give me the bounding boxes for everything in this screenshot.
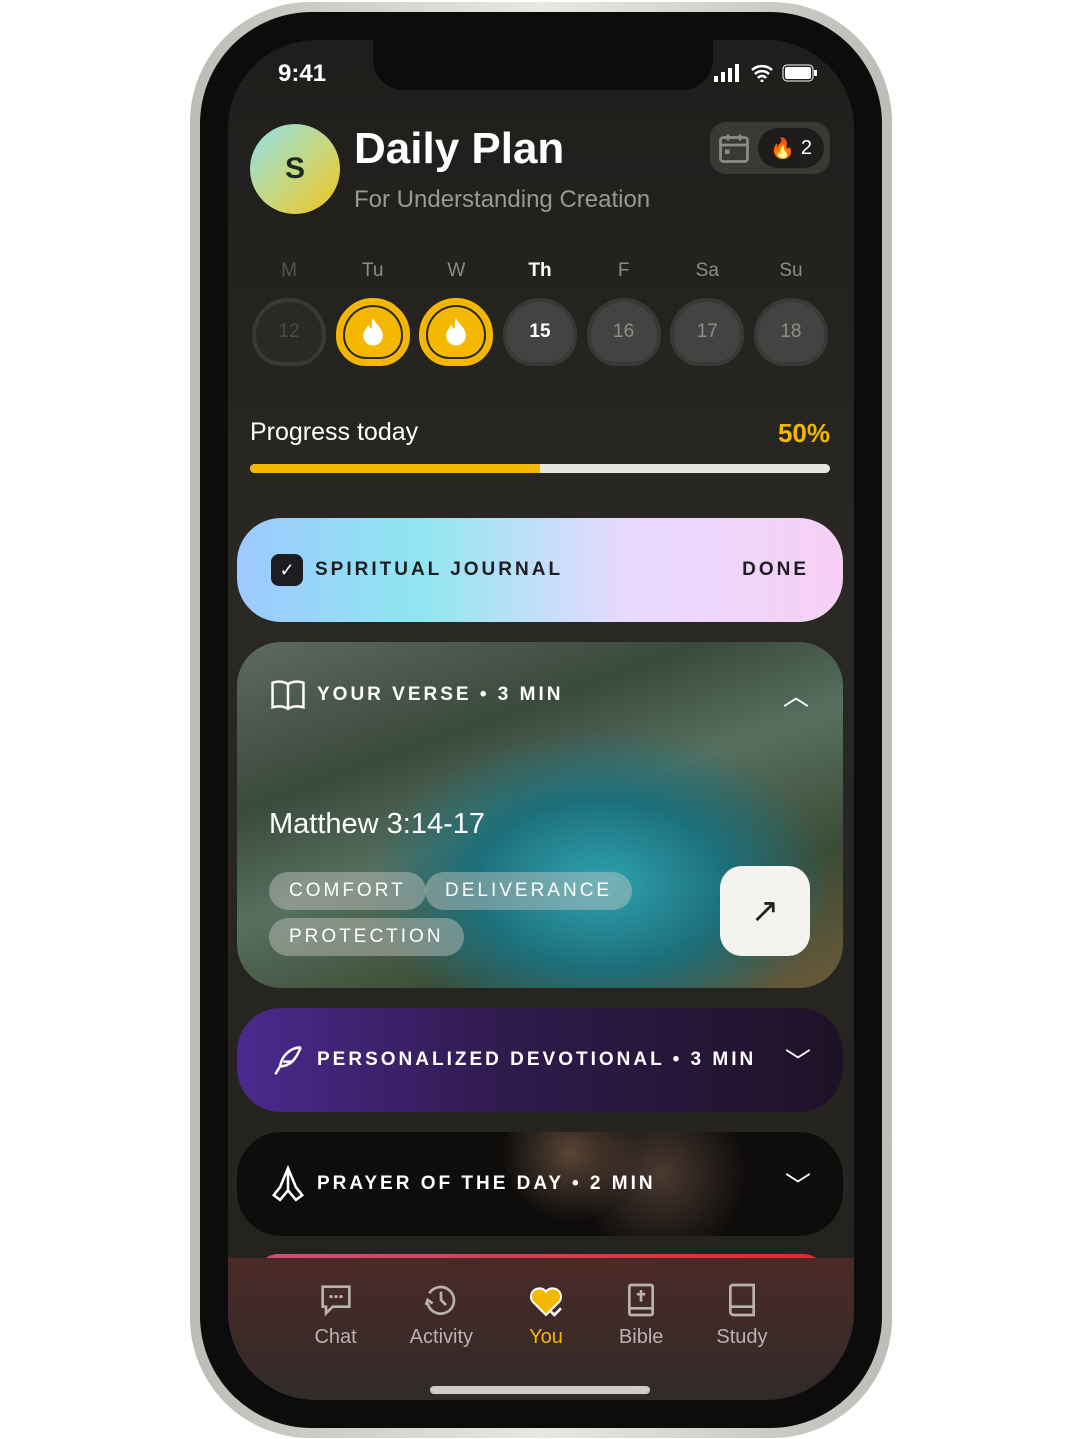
devotional-title: PERSONALIZED DEVOTIONAL • 3 MIN	[317, 1049, 757, 1070]
day-tu[interactable]: Tu	[334, 260, 412, 366]
day-f[interactable]: F 16	[585, 260, 663, 366]
day-date: 17	[696, 321, 718, 342]
day-circle[interactable]: 17	[670, 298, 745, 366]
feather-icon	[274, 1046, 302, 1075]
day-circle[interactable]	[335, 298, 410, 366]
day-circle[interactable]: 18	[753, 298, 828, 366]
day-sa[interactable]: Sa 17	[668, 260, 746, 366]
nav-bible[interactable]: Bible	[619, 1280, 663, 1400]
tag-deliverance[interactable]: DELIVERANCE	[425, 872, 633, 910]
day-date: 18	[780, 321, 802, 342]
day-m[interactable]: M 12	[250, 260, 328, 366]
day-date: 16	[613, 321, 635, 342]
status-time: 9:41	[278, 60, 327, 87]
day-label: Sa	[695, 260, 719, 281]
verse-card[interactable]: YOUR VERSE • 3 MIN ︿ Matthew 3:14-17 COM…	[237, 642, 843, 988]
chevron-down-icon[interactable]: ﹀	[785, 1042, 811, 1079]
battery-icon	[782, 64, 817, 82]
day-circle[interactable]: 15	[502, 298, 577, 366]
praying-hands-icon	[271, 1165, 305, 1202]
day-label: Tu	[361, 260, 384, 281]
nav-label: Bible	[618, 1326, 664, 1348]
day-label: M	[281, 260, 297, 281]
home-indicator[interactable]	[430, 1386, 650, 1394]
day-label: W	[447, 260, 466, 281]
book-icon	[728, 1283, 755, 1317]
nav-label: Study	[716, 1326, 768, 1348]
chevron-down-icon[interactable]: ﹀	[785, 1166, 811, 1203]
open-verse-button[interactable]: ↗	[720, 866, 810, 956]
day-circle[interactable]: 16	[586, 298, 661, 366]
journal-title: SPIRITUAL JOURNAL	[315, 559, 564, 580]
journal-status: DONE	[742, 559, 809, 580]
phone-frame: 9:41 S Daily Plan For Understanding Crea…	[190, 2, 892, 1438]
day-th[interactable]: Th 15	[501, 260, 579, 366]
chat-icon	[320, 1285, 351, 1317]
calendar-icon[interactable]	[716, 130, 752, 166]
avatar[interactable]: S	[250, 124, 340, 214]
day-circle[interactable]: 12	[252, 298, 326, 366]
notch	[373, 40, 713, 90]
calendar-streak-button[interactable]: 🔥 2	[710, 122, 830, 174]
tag-protection[interactable]: PROTECTION	[269, 918, 464, 956]
open-book-icon	[271, 679, 305, 710]
wifi-icon	[751, 65, 773, 82]
nav-you[interactable]: You	[526, 1280, 566, 1400]
spiritual-journal-card[interactable]: ✓ SPIRITUAL JOURNAL DONE	[237, 518, 843, 622]
nav-study[interactable]: Study	[716, 1280, 768, 1400]
nav-label: You	[529, 1326, 563, 1348]
page-subtitle: For Understanding Creation	[354, 186, 651, 213]
prayer-title: PRAYER OF THE DAY • 2 MIN	[317, 1173, 656, 1194]
day-date: 15	[529, 321, 551, 342]
prayer-card[interactable]: PRAYER OF THE DAY • 2 MIN ﹀	[237, 1132, 843, 1236]
history-icon	[425, 1285, 456, 1316]
progress-fill	[250, 464, 540, 473]
bottom-nav: Chat Activity You Bible Study	[228, 1258, 854, 1400]
screen: 9:41 S Daily Plan For Understanding Crea…	[228, 40, 854, 1400]
devotional-card[interactable]: PERSONALIZED DEVOTIONAL • 3 MIN ﹀	[237, 1008, 843, 1112]
nav-activity[interactable]: Activity	[410, 1280, 473, 1400]
arrow-up-right-icon: ↗	[750, 892, 780, 930]
verse-title: YOUR VERSE • 3 MIN	[317, 683, 564, 705]
flame-icon	[446, 317, 467, 346]
checkbox-checked-icon: ✓	[271, 554, 303, 586]
heart-icon	[529, 1287, 562, 1317]
streak-badge[interactable]: 🔥 2	[757, 128, 824, 168]
day-date: 12	[278, 321, 300, 342]
flame-icon: 🔥	[769, 137, 795, 160]
week-selector: M 12 Tu W Th 15 F 16 Sa 17 Su 18	[250, 260, 830, 366]
tag-comfort[interactable]: COMFORT	[269, 872, 426, 910]
flame-icon	[362, 317, 383, 346]
streak-count: 2	[800, 136, 812, 159]
day-label: Su	[779, 260, 803, 281]
day-label: Th	[528, 260, 552, 281]
nav-chat[interactable]: Chat	[314, 1280, 357, 1400]
signal-icon	[714, 64, 739, 82]
day-label: F	[617, 260, 630, 281]
day-w[interactable]: W	[417, 260, 495, 366]
progress-value: 50%	[777, 418, 830, 448]
verse-reference: Matthew 3:14-17	[269, 808, 486, 840]
status-icons	[714, 64, 818, 82]
bible-icon	[628, 1283, 655, 1317]
progress-label: Progress today	[250, 418, 419, 446]
page-title: Daily Plan	[354, 124, 565, 173]
nav-label: Activity	[409, 1326, 474, 1348]
nav-label: Chat	[314, 1326, 357, 1348]
day-circle[interactable]	[419, 298, 494, 366]
progress-bar	[250, 464, 830, 473]
day-su[interactable]: Su 18	[752, 260, 830, 366]
chevron-up-icon[interactable]: ︿	[783, 676, 809, 713]
